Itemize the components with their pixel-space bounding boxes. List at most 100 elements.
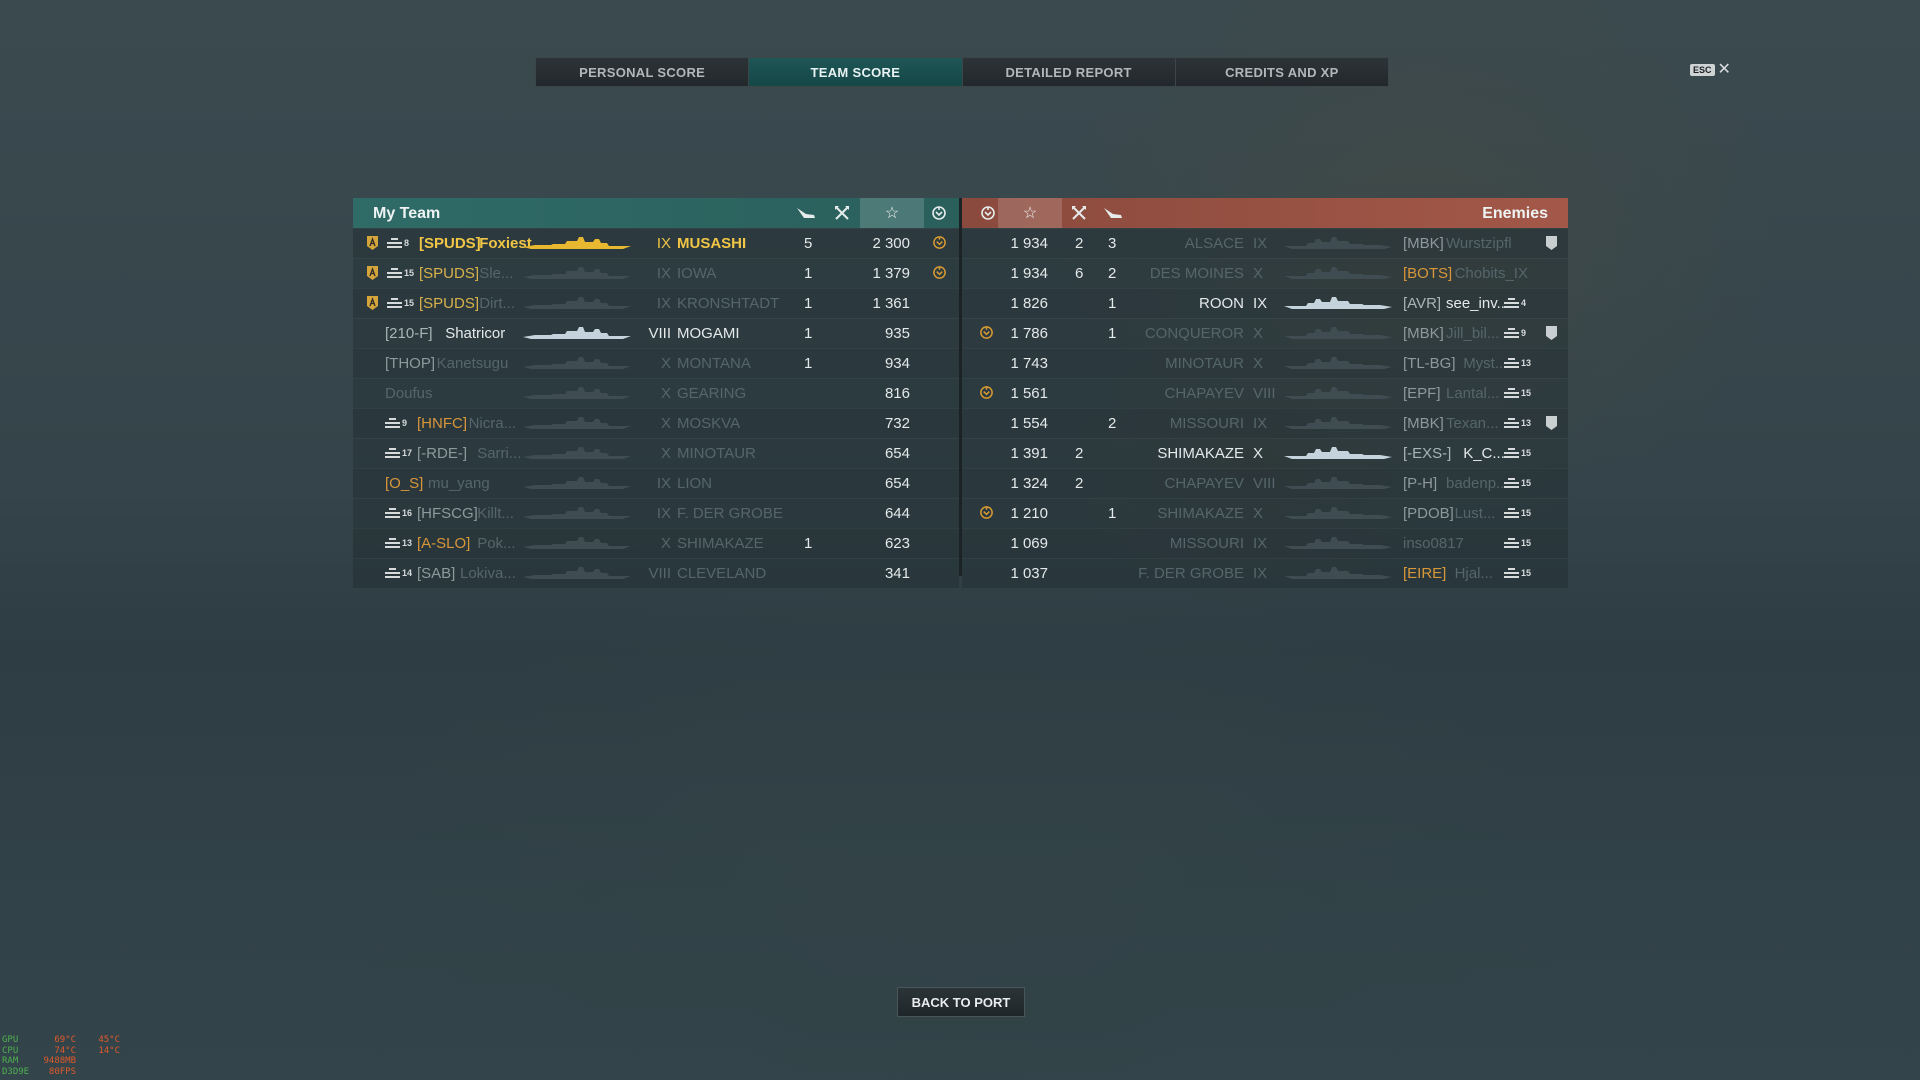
- enemy-row[interactable]: 1 037 F. DER GROBE IX [EIRE] Hjal... 15: [962, 558, 1568, 588]
- player-clan: [MBK]: [1403, 415, 1444, 432]
- player-clan: [-EXS-]: [1403, 445, 1452, 462]
- rank-number: 17: [402, 448, 413, 458]
- enemy-row[interactable]: 1 934 2 3 ALSACE IX [MBK] Wurstzipfl: [962, 228, 1568, 258]
- player-clan: [MBK]: [1403, 325, 1444, 342]
- kills-value: 5: [804, 235, 813, 252]
- tab-personal-score[interactable]: PERSONAL SCORE: [536, 58, 750, 86]
- rank-insignia-icon: [1504, 416, 1519, 428]
- rank-cell: 15: [1504, 476, 1531, 488]
- ship-name: MINOTAUR: [677, 445, 756, 462]
- my-team-list: 8 [SPUDS] Foxiest IX MUSASHI 5 2 300 15 [SPUDS] S…: [353, 228, 959, 588]
- osd-value-secondary: 45°C: [98, 1035, 120, 1045]
- ship-name: SHIMAKAZE: [1157, 445, 1244, 462]
- rank-insignia-icon: [385, 446, 400, 458]
- rank-number: 13: [402, 538, 413, 548]
- close-button[interactable]: ESC ✕: [1690, 62, 1731, 78]
- ship-tier: X: [1253, 325, 1264, 342]
- ship-silhouette-icon: [1284, 559, 1392, 588]
- rank-number: 15: [1521, 388, 1532, 398]
- enemy-row[interactable]: 1 561 CHAPAYEV VIII [EPF] Lantal... 15: [962, 378, 1568, 408]
- player-clan: [A-SLO]: [417, 535, 471, 552]
- ship-silhouette-icon: [1284, 229, 1392, 258]
- ship-name: IOWA: [677, 265, 717, 282]
- rank-number: 8: [404, 238, 410, 248]
- ship-tier: VIII: [1253, 475, 1276, 492]
- rank-number: 13: [1521, 358, 1532, 368]
- ship-silhouette-icon: [1284, 379, 1392, 408]
- rank-cell: 16: [385, 506, 412, 518]
- player-name: Sarri...: [477, 445, 522, 462]
- ribbon-header-icon: [928, 202, 950, 224]
- ship-name: CONQUEROR: [1144, 325, 1244, 342]
- team-row[interactable]: 16 [HFSCG] Killt... IX F. DER GROBE 644: [353, 498, 959, 528]
- enemy-row[interactable]: 1 786 1 CONQUEROR X [MBK] Jill_bil... 9: [962, 318, 1568, 348]
- player-clan: [AVR]: [1403, 295, 1442, 312]
- team-row[interactable]: [210-F] Shatricor VIII MOGAMI 1 935: [353, 318, 959, 348]
- ribbon-icon: [979, 325, 994, 344]
- xp-value: 1 934: [1010, 235, 1048, 252]
- team-row[interactable]: 8 [SPUDS] Foxiest IX MUSASHI 5 2 300: [353, 228, 959, 258]
- rank-number: 15: [1521, 508, 1532, 518]
- player-name: Nicra...: [468, 415, 517, 432]
- ship-silhouette-icon: [1284, 319, 1392, 348]
- enemy-row[interactable]: 1 826 1 ROON IX [AVR] see_inv... 4: [962, 288, 1568, 318]
- osd-value: 80FPS: [48, 1066, 76, 1077]
- ship-name: F. DER GROBE: [677, 505, 783, 522]
- tab-credits-and-xp[interactable]: CREDITS AND XP: [1175, 58, 1388, 86]
- xp-value: 644: [884, 505, 910, 522]
- ship-name: CLEVELAND: [677, 565, 767, 582]
- enemy-row[interactable]: 1 210 1 SHIMAKAZE X [PDOB] Lust... 15: [962, 498, 1568, 528]
- team-row[interactable]: 9 [HNFC] Nicra... X MOSKVA 732: [353, 408, 959, 438]
- rank-insignia-icon: [1504, 506, 1519, 518]
- kills-value: 1: [804, 535, 813, 552]
- enemy-row[interactable]: 1 554 2 MISSOURI IX [MBK] Texan... 13: [962, 408, 1568, 438]
- team-row[interactable]: [THOP] Kanetsugu X MONTANA 1 934: [353, 348, 959, 378]
- rank-number: 15: [404, 298, 415, 308]
- ship-name: ALSACE: [1184, 235, 1244, 252]
- tab-detailed-report[interactable]: DETAILED REPORT: [962, 58, 1176, 86]
- player-name: Doufus: [385, 385, 433, 402]
- ship-tier: IX: [656, 505, 671, 522]
- rank-insignia-icon: [1504, 566, 1519, 578]
- player-clan: [EPF]: [1403, 385, 1441, 402]
- team-row[interactable]: 13 [A-SLO] Pok... X SHIMAKAZE 1 623: [353, 528, 959, 558]
- team-row[interactable]: 14 [SAB] Lokiva... VIII CLEVELAND 341: [353, 558, 959, 588]
- osd-label: RAM: [2, 1056, 19, 1066]
- planes-destroyed-icon: [795, 202, 817, 224]
- enemy-row[interactable]: 1 069 MISSOURI IX inso0817 15: [962, 528, 1568, 558]
- ribbon-icon: [979, 505, 994, 524]
- rank-insignia-icon: [387, 266, 402, 278]
- xp-value: 1 069: [1010, 535, 1048, 552]
- ship-name: F. DER GROBE: [1138, 565, 1244, 582]
- enemy-row[interactable]: 1 934 6 2 DES MOINES X [BOTS] Chobits_IX: [962, 258, 1568, 288]
- player-clan: [O_S]: [385, 475, 424, 492]
- xp-value: 2 300: [872, 235, 910, 252]
- player-clan: [TL-BG]: [1403, 355, 1456, 372]
- ship-silhouette-icon: [1284, 499, 1392, 528]
- result-tabs: PERSONAL SCORE TEAM SCORE DETAILED REPORT C…: [535, 57, 1389, 87]
- team-row[interactable]: 17 [-RDE-] Sarri... X MINOTAUR 654: [353, 438, 959, 468]
- kills-value: 2: [1075, 445, 1084, 462]
- player-clan: [HFSCG]: [417, 505, 478, 522]
- ship-tier: X: [660, 415, 671, 432]
- ship-tier: X: [1253, 265, 1264, 282]
- team-row[interactable]: Doufus X GEARING 816: [353, 378, 959, 408]
- team-row[interactable]: 15 [SPUDS] Dirt... IX KRONSHTADT 1 1 361: [353, 288, 959, 318]
- rank-insignia-icon: [385, 416, 400, 428]
- player-clan: [SPUDS]: [419, 265, 480, 282]
- player-name: Shatricor: [445, 325, 506, 342]
- team-row[interactable]: 15 [SPUDS] Sle... IX IOWA 1 1 379: [353, 258, 959, 288]
- tab-team-score[interactable]: TEAM SCORE: [749, 58, 963, 86]
- ship-tier: X: [660, 445, 671, 462]
- osd-value: 9488MB: [43, 1056, 76, 1066]
- rank-cell: 15: [1504, 566, 1531, 578]
- ship-tier: IX: [1253, 295, 1268, 312]
- enemy-row[interactable]: 1 324 2 CHAPAYEV VIII [P-H] badenp... 15: [962, 468, 1568, 498]
- back-to-port-button[interactable]: BACK TO PORT: [897, 987, 1025, 1017]
- my-team-title: My Team: [373, 205, 441, 222]
- enemy-row[interactable]: 1 391 2 SHIMAKAZE X [-EXS-] K_C... 15: [962, 438, 1568, 468]
- enemy-row[interactable]: 1 743 MINOTAUR X [TL-BG] Myst... 13: [962, 348, 1568, 378]
- team-row[interactable]: [O_S] mu_yang IX LION 654: [353, 468, 959, 498]
- kills-value: 6: [1075, 265, 1084, 282]
- rank-cell: 9: [385, 416, 407, 428]
